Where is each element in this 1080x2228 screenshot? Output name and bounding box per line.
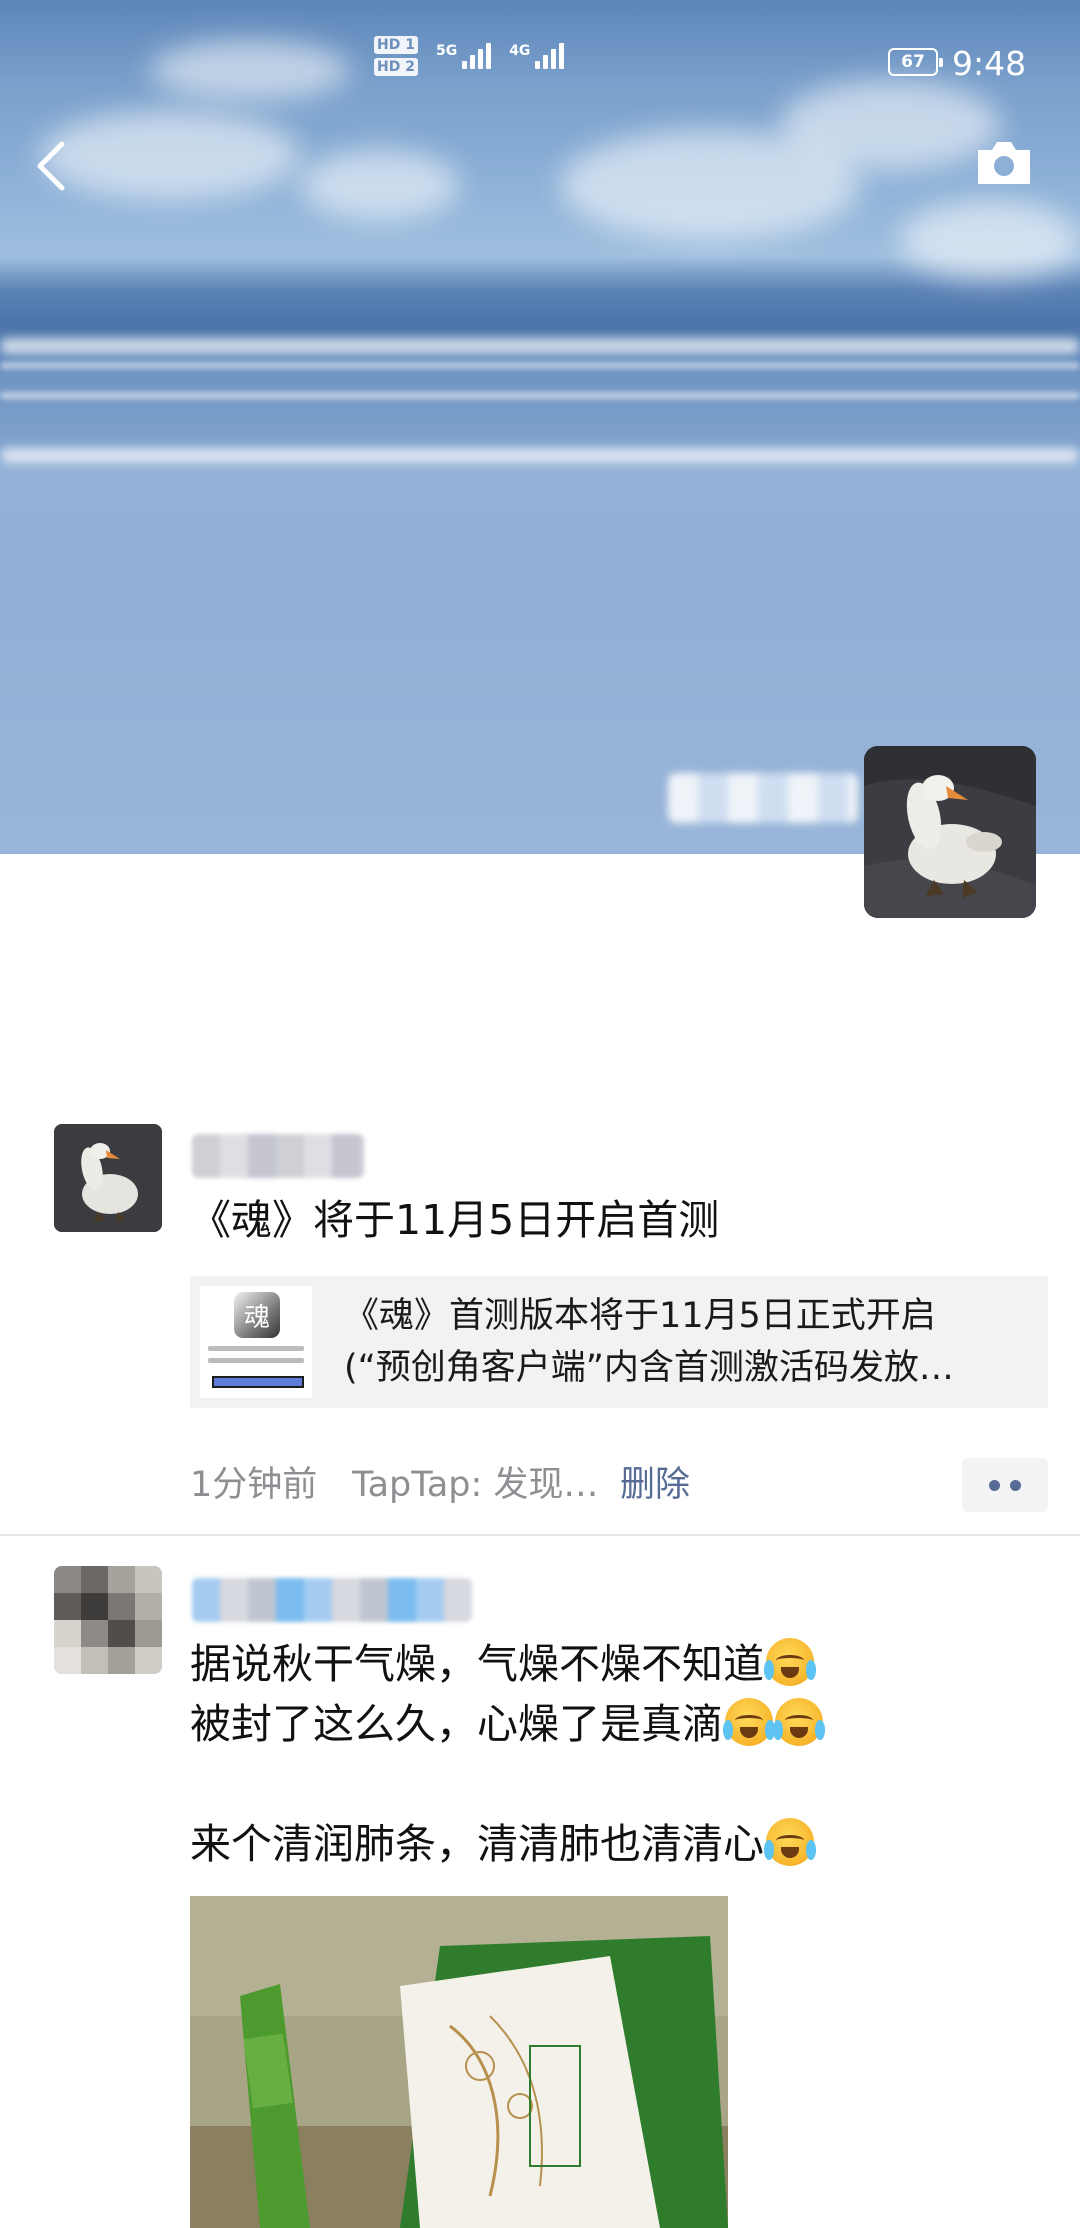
face-with-tears-of-joy-emoji xyxy=(723,1698,775,1746)
post-source[interactable]: TapTap: 发现… xyxy=(352,1460,598,1510)
status-bar: HD 1 HD 2 5G 4G 67 9:48 xyxy=(0,0,1080,110)
game-logo-icon: 魂 xyxy=(234,1292,280,1338)
post-divider xyxy=(0,1534,1080,1536)
post-avatar-blurred[interactable] xyxy=(54,1566,162,1674)
sim1-tag: HD 1 xyxy=(374,36,418,54)
back-button[interactable] xyxy=(30,136,74,196)
more-dot-icon xyxy=(989,1479,1000,1491)
camera-button[interactable] xyxy=(974,138,1034,188)
link-title-line1: 《魂》首测版本将于11月5日正式开启 xyxy=(344,1296,936,1336)
goose-plush-image xyxy=(54,1124,162,1232)
face-with-tears-of-joy-emoji xyxy=(773,1698,825,1746)
signal-1-icon: 5G xyxy=(436,43,492,69)
profile-name-blurred xyxy=(668,773,858,823)
face-with-tears-of-joy-emoji xyxy=(764,1818,816,1866)
link-card[interactable]: 魂 《魂》首测版本将于11月5日正式开启 (“预创角客户端”内含首测激活码发放… xyxy=(190,1276,1048,1408)
link-title-line2: (“预创角客户端”内含首测激活码发放… xyxy=(344,1348,954,1388)
post-time: 1分钟前 xyxy=(190,1465,318,1505)
camera-icon xyxy=(978,142,1030,184)
post-text-line: 据说秋干气燥，气燥不燥不知道 xyxy=(190,1634,816,1694)
post-text: 《魂》将于11月5日开启首测 xyxy=(190,1196,720,1244)
chevron-left-icon xyxy=(37,141,65,191)
poster-name-blurred[interactable] xyxy=(192,1134,364,1178)
post-photo[interactable] xyxy=(190,1896,728,2228)
signal-2-icon: 4G xyxy=(509,43,565,69)
product-box-image xyxy=(190,1896,728,2228)
delete-button[interactable]: 删除 xyxy=(620,1460,690,1510)
clock: 9:48 xyxy=(952,44,1027,83)
post-text-line: 来个清润肺条，清清肺也清清心 xyxy=(190,1814,816,1874)
face-with-tears-of-joy-emoji xyxy=(764,1638,816,1686)
cover-photo[interactable]: HD 1 HD 2 5G 4G 67 9:48 xyxy=(0,0,1080,854)
more-actions-button[interactable] xyxy=(962,1458,1048,1512)
poster-name-blurred[interactable] xyxy=(192,1578,472,1622)
more-dot-icon xyxy=(1010,1479,1021,1491)
goose-plush-image xyxy=(864,746,1036,918)
sim2-tag: HD 2 xyxy=(374,58,418,76)
post-text-line: 被封了这么久，心燥了是真滴 xyxy=(190,1694,825,1754)
profile-avatar[interactable] xyxy=(864,746,1036,918)
link-thumbnail: 魂 xyxy=(200,1286,312,1398)
post-avatar[interactable] xyxy=(54,1124,162,1232)
thumbnail-button-graphic xyxy=(212,1376,304,1388)
battery-icon: 67 xyxy=(888,48,943,76)
